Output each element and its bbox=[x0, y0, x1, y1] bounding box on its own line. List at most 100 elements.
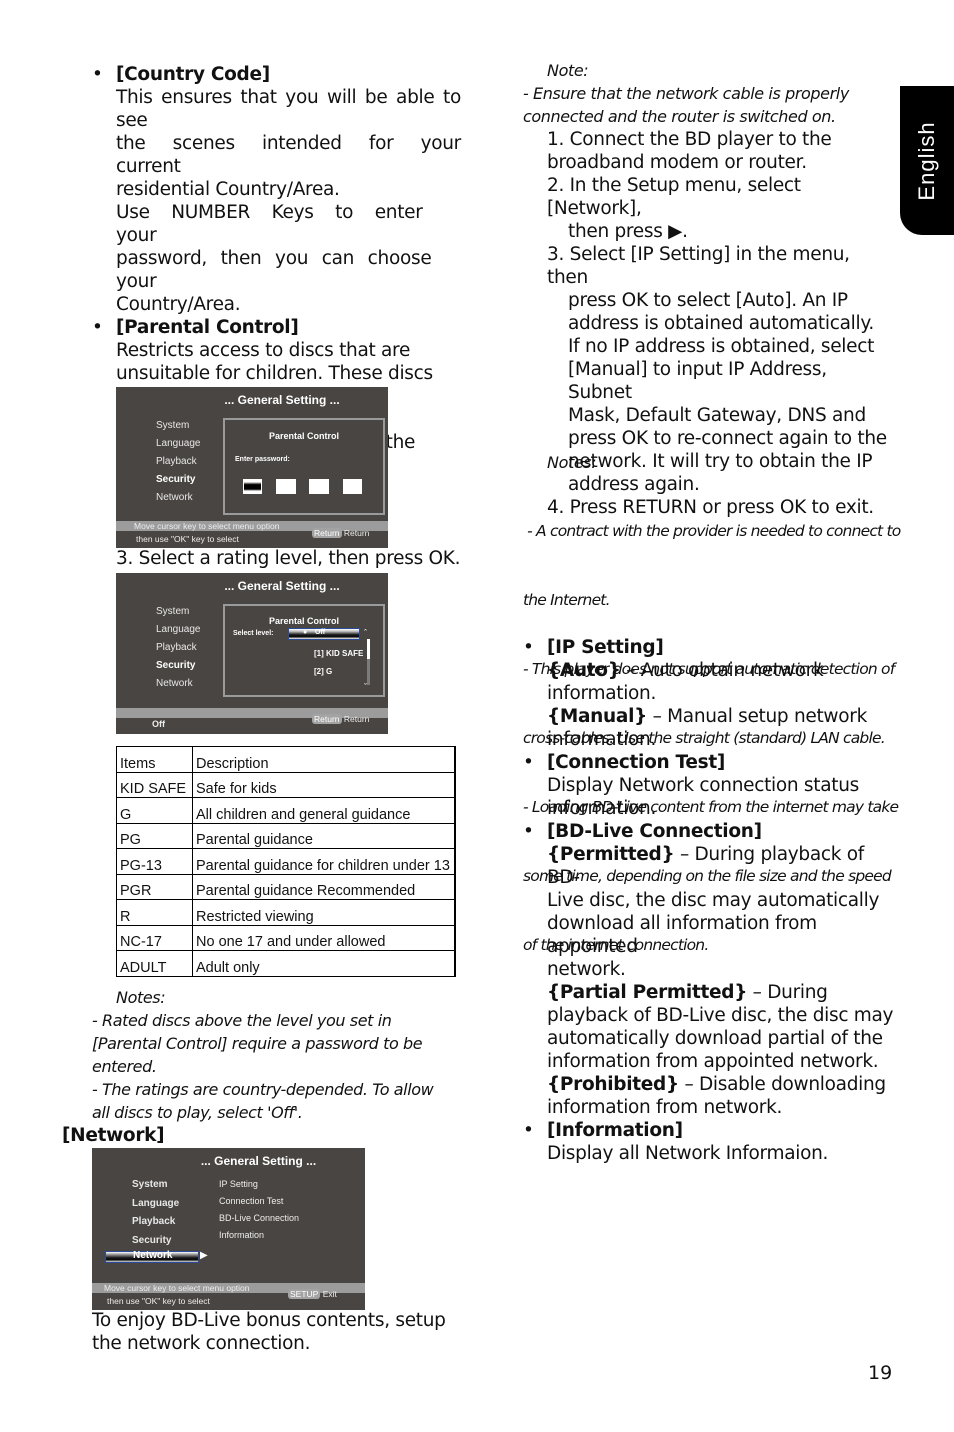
network-item: • [IP Setting] {Auto} – Auto obtain networ… bbox=[523, 636, 902, 751]
menu-item-playback[interactable]: Playback bbox=[156, 639, 201, 657]
parental-control-dialog: Parental Control Enter password: bbox=[223, 418, 385, 515]
submenu-connection-test[interactable]: Connection Test bbox=[219, 1193, 299, 1210]
menu-item-system[interactable]: System bbox=[156, 603, 201, 621]
network-item-line: information from network. bbox=[547, 1096, 902, 1119]
network-item-line: automatically download partial of the bbox=[547, 1027, 902, 1050]
setup-steps: 1. Connect the BD player to the broadban… bbox=[547, 128, 892, 519]
option-text: information. bbox=[547, 729, 657, 750]
password-digit-4[interactable] bbox=[343, 479, 362, 494]
exit-label: Exit bbox=[322, 1289, 337, 1299]
menu-item-playback[interactable]: Playback bbox=[132, 1213, 179, 1232]
parental-line: unsuitable for children. These discs bbox=[116, 363, 433, 384]
notes-title: Notes: bbox=[116, 988, 166, 1007]
note-line: - Ensure that the network cable is prope… bbox=[523, 84, 849, 103]
bullet-icon: • bbox=[523, 637, 534, 658]
option-text: information from appointed network. bbox=[547, 1051, 879, 1072]
menu-item-language[interactable]: Language bbox=[132, 1195, 179, 1214]
country-code-line: the scenes intended for your current bbox=[116, 133, 461, 177]
note-line: - The ratings are country-depended. To a… bbox=[92, 1080, 434, 1099]
language-side-tab: English bbox=[900, 86, 954, 235]
table-row: PG-13 Parental guidance for children unde… bbox=[116, 848, 456, 875]
level-option[interactable]: [2] G bbox=[314, 667, 332, 676]
menu-item-security[interactable]: Security bbox=[132, 1232, 179, 1251]
return-hint: Return Return bbox=[312, 714, 388, 724]
network-item-line: information from appointed network. bbox=[547, 1050, 902, 1073]
step-line: press OK to select [Auto]. An IP bbox=[568, 290, 848, 311]
table-row: PGR Parental guidance Recommended bbox=[116, 873, 456, 900]
password-digit-3[interactable] bbox=[309, 479, 329, 494]
return-key: Return bbox=[312, 528, 342, 538]
rating-description: Parental guidance for children under 13 bbox=[192, 848, 456, 875]
network-heading: [Network] bbox=[62, 1125, 165, 1146]
password-screen: ... General Setting ... System Language … bbox=[116, 387, 388, 548]
menu-item-system[interactable]: System bbox=[132, 1176, 179, 1195]
password-digit-1[interactable] bbox=[243, 479, 262, 494]
rating-item: NC-17 bbox=[116, 924, 193, 951]
level-option[interactable]: [1] KID SAFE bbox=[314, 649, 363, 658]
page-number: 19 bbox=[868, 1362, 893, 1384]
rating-description: Restricted viewing bbox=[192, 899, 456, 926]
menu-item-security[interactable]: Security bbox=[156, 471, 201, 489]
rating-item: ADULT bbox=[116, 950, 193, 977]
note-line: entered. bbox=[92, 1057, 157, 1076]
network-item: • [BD-Live Connection] {Permitted} – Durin… bbox=[523, 820, 902, 1119]
menu-item-network-selected[interactable]: Network bbox=[105, 1250, 199, 1263]
password-digit-2[interactable] bbox=[276, 479, 296, 494]
menu-item-network[interactable]: Network bbox=[156, 489, 201, 507]
password-prompt: Enter password: bbox=[235, 456, 290, 463]
menu-item-network[interactable]: Network bbox=[156, 675, 201, 693]
ratings-table: Items Description KID SAFE Safe for kids … bbox=[116, 746, 456, 977]
step-2: 2. In the Setup menu, select [Network], … bbox=[547, 174, 892, 243]
bullet-icon: • bbox=[523, 752, 534, 773]
network-item-line: {Auto} – Auto obtain network information… bbox=[547, 659, 902, 705]
step-line: [Manual] to input IP Address, Subnet bbox=[568, 359, 827, 403]
setting-menu: System Language Playback Security Networ… bbox=[156, 603, 201, 693]
setting-menu: System Language Playback Security Networ… bbox=[156, 417, 201, 507]
step-line: broadband modem or router. bbox=[547, 152, 807, 173]
note-line: the Internet. bbox=[523, 591, 611, 609]
option-text: Display all Network Informaion. bbox=[547, 1143, 829, 1164]
arrow-right-icon: ▶ bbox=[200, 1250, 208, 1261]
submenu-bd-live-connection[interactable]: BD-Live Connection bbox=[219, 1210, 299, 1227]
scroll-down-icon[interactable]: ˇ bbox=[364, 682, 367, 692]
network-item-line: {Permitted} – During playback of BD- bbox=[547, 843, 902, 889]
rating-description: Adult only bbox=[192, 950, 456, 977]
network-item-line: {Prohibited} – Disable downloading bbox=[547, 1073, 902, 1096]
network-item-heading: [Information] bbox=[547, 1120, 683, 1141]
option-text: Display Network connection status bbox=[547, 775, 859, 796]
step-line: then press ▶. bbox=[568, 221, 688, 242]
menu-item-network: Network bbox=[133, 1250, 173, 1261]
level-select-current[interactable]: ● Off bbox=[288, 628, 360, 640]
step-line: address is obtained automatically. bbox=[568, 313, 874, 334]
step-line: press OK to re-connect again to the bbox=[568, 428, 887, 449]
submenu-information[interactable]: Information bbox=[219, 1227, 299, 1244]
submenu-ip-setting[interactable]: IP Setting bbox=[219, 1176, 299, 1193]
menu-item-language[interactable]: Language bbox=[156, 621, 201, 639]
network-item-line: network. bbox=[547, 958, 902, 981]
option-name: {Partial Permitted} bbox=[547, 982, 748, 1003]
menu-item-language[interactable]: Language bbox=[156, 435, 201, 453]
menu-item-system[interactable]: System bbox=[156, 417, 201, 435]
option-text: – During bbox=[747, 982, 828, 1003]
network-screen: ... General Setting ... System Language … bbox=[92, 1148, 365, 1310]
option-text: – Disable downloading bbox=[678, 1074, 886, 1095]
note-line: [Parental Control] require a password to… bbox=[92, 1034, 423, 1053]
step-line: 1. Connect the BD player to the bbox=[547, 129, 832, 150]
rating-description: Parental guidance Recommended bbox=[192, 873, 456, 900]
screen-title: ... General Setting ... bbox=[200, 1154, 317, 1168]
menu-item-security[interactable]: Security bbox=[156, 657, 201, 675]
option-name: {Prohibited} bbox=[547, 1074, 679, 1095]
scrollbar-thumb[interactable] bbox=[367, 639, 370, 659]
rating-item: R bbox=[116, 899, 193, 926]
scrollbar-track[interactable] bbox=[367, 659, 370, 685]
select-level-label: Select level: bbox=[233, 630, 274, 637]
scroll-up-icon[interactable]: ˆ bbox=[364, 628, 367, 638]
rating-item: G bbox=[116, 797, 193, 824]
step-line: 2. In the Setup menu, select [Network], bbox=[547, 175, 801, 219]
rating-description: Safe for kids bbox=[192, 771, 456, 798]
table-row: KID SAFE Safe for kids bbox=[116, 771, 456, 798]
right-notes-title: Notes: bbox=[547, 453, 597, 472]
menu-item-playback[interactable]: Playback bbox=[156, 453, 201, 471]
network-item-heading: [IP Setting] bbox=[547, 637, 664, 658]
caption-line: the network connection. bbox=[92, 1333, 311, 1354]
